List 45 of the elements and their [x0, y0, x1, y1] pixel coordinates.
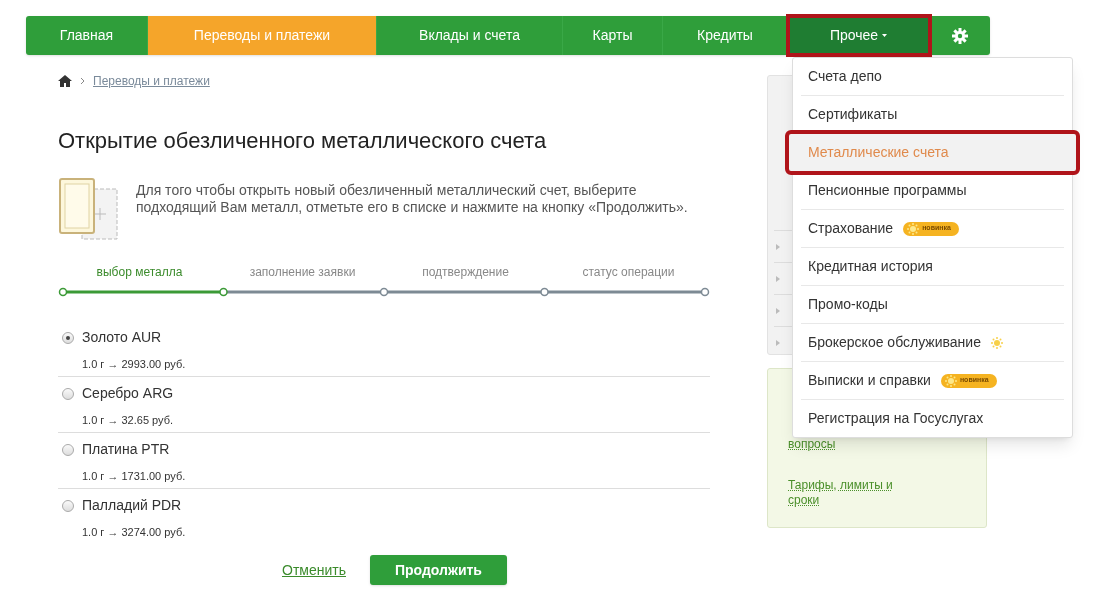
home-icon[interactable] — [58, 75, 72, 87]
menu-item[interactable]: Регистрация на Госуслугах — [793, 400, 1072, 437]
document-icon — [58, 177, 120, 241]
nav-tab[interactable]: Прочее — [788, 16, 930, 55]
step-label: статус операции — [581, 264, 676, 281]
help-link[interactable]: Тарифы, лимиты и сроки — [788, 478, 898, 508]
sun-icon — [944, 374, 957, 387]
nav-tab[interactable]: Вклады и счета — [377, 16, 563, 55]
help-link[interactable]: вопросы — [788, 437, 898, 452]
metal-name: Палладий PDR — [82, 496, 182, 515]
metal-rate: 1.0 г → 32.65 руб. — [81, 413, 175, 428]
metal-rate: 1.0 г → 3274.00 руб. — [81, 525, 187, 540]
sun-icon — [907, 222, 920, 235]
menu-item[interactable]: Кредитная история — [793, 248, 1072, 285]
step-label: подтверждение — [421, 264, 510, 281]
caret-icon — [776, 275, 780, 282]
breadcrumb-link[interactable]: Переводы и платежи — [93, 72, 210, 90]
chevron-icon — [80, 77, 85, 85]
metal-name: Серебро ARG — [82, 384, 174, 403]
step-label: выбор металла — [95, 264, 184, 281]
radio-button[interactable] — [62, 499, 74, 512]
caret-icon — [776, 307, 780, 314]
menu-item[interactable]: Счета депо — [793, 58, 1072, 95]
metal-name: Платина PTR — [82, 440, 170, 459]
radio-button[interactable] — [62, 387, 74, 400]
metal-name: Золото AUR — [82, 328, 162, 347]
sun-icon — [990, 336, 1003, 349]
cancel-link[interactable]: Отменить — [282, 559, 346, 581]
step-label: заполнение заявки — [248, 264, 357, 281]
nav-tab[interactable]: Карты — [563, 16, 663, 55]
caret-icon — [882, 34, 888, 37]
continue-button[interactable]: Продолжить — [370, 555, 507, 585]
menu-item[interactable]: Промо-коды — [793, 286, 1072, 323]
menu-item[interactable]: Пенсионные программы — [793, 172, 1072, 209]
metal-rate: 1.0 г → 1731.00 руб. — [81, 469, 187, 484]
caret-icon — [776, 339, 780, 346]
page-title: Открытие обезличенного металлического счета — [58, 127, 548, 155]
gear-icon — [952, 27, 968, 44]
radio-button[interactable] — [62, 443, 74, 456]
caret-icon — [776, 243, 780, 250]
metal-rate: 1.0 г → 2993.00 руб. — [81, 357, 187, 372]
menu-item[interactable]: Сертификаты — [793, 96, 1072, 133]
radio-button[interactable] — [62, 331, 74, 344]
instructions-text: Для того чтобы открыть новый обезличенный металлический счет, выберите подходящий Вам металл, отметьте его в списке и нажмите на кнопку «Продолжить». — [136, 182, 689, 217]
menu-item[interactable]: Брокерское обслуживание — [793, 324, 1072, 361]
